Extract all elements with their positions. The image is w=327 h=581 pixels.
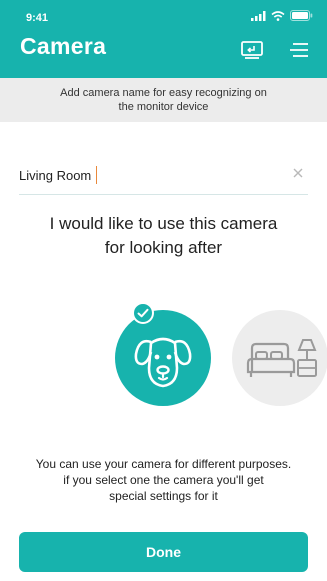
purpose-explanation-line-3: special settings for it <box>109 489 218 503</box>
camera-name-field[interactable] <box>19 163 308 195</box>
status-bar: 9:41 <box>0 0 327 30</box>
purpose-explanation-line-2: if you select one the camera you'll get <box>63 473 264 487</box>
selected-check-badge <box>132 302 154 324</box>
purpose-question-line-1: I would like to use this camera <box>49 214 278 233</box>
status-icons <box>251 10 313 21</box>
bed-icon <box>246 339 317 377</box>
signal-icon <box>251 10 266 21</box>
close-icon[interactable] <box>292 167 304 179</box>
purpose-option-bedroom[interactable] <box>232 310 327 406</box>
purpose-option-pet[interactable] <box>115 310 211 406</box>
menu-icon[interactable] <box>286 40 310 60</box>
wifi-icon <box>271 10 285 21</box>
name-hint-text: Add camera name for easy recognizing on … <box>60 87 267 113</box>
purpose-explanation: You can use your camera for different pu… <box>0 456 327 504</box>
purpose-question-line-2: for looking after <box>104 238 223 257</box>
camera-name-input[interactable] <box>19 163 279 187</box>
check-icon <box>137 308 149 318</box>
purpose-question: I would like to use this camera for look… <box>0 212 327 260</box>
app-header: 9:41 Camera <box>0 0 327 78</box>
name-hint-banner: Add camera name for easy recognizing on … <box>0 78 327 122</box>
text-caret <box>96 166 97 184</box>
monitor-icon[interactable] <box>240 40 264 60</box>
page-title: Camera <box>20 33 107 59</box>
purpose-explanation-line-1: You can use your camera for different pu… <box>35 457 292 471</box>
status-time: 9:41 <box>26 12 49 24</box>
dog-icon <box>134 337 192 388</box>
done-button[interactable]: Done <box>19 532 308 572</box>
battery-icon <box>290 10 313 21</box>
